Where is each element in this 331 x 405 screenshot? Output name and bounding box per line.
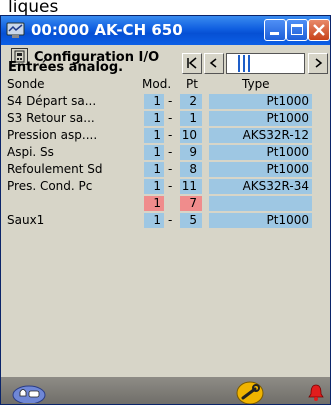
maximize-button[interactable] — [286, 19, 308, 41]
close-icon — [313, 24, 325, 36]
row-mod[interactable]: 1 — [144, 145, 164, 160]
row-type[interactable]: Pt1000 — [209, 213, 312, 228]
row-name: Pression asp.... — [7, 128, 98, 142]
table-row[interactable]: 1 7 — [1, 196, 330, 212]
app-window: 00:000 AK-CH 650 Configuration I/O Entré… — [0, 15, 331, 405]
slider-thumb[interactable] — [235, 55, 255, 72]
row-separator: - — [168, 128, 173, 142]
row-mod[interactable]: 1 — [144, 179, 164, 194]
first-page-button[interactable] — [182, 53, 202, 74]
row-mod[interactable]: 1 — [144, 128, 164, 143]
minimize-button[interactable] — [264, 19, 286, 41]
window-title: 00:000 AK-CH 650 — [31, 21, 183, 39]
row-name: S4 Départ sa... — [7, 94, 97, 108]
row-mod[interactable]: 1 — [144, 111, 164, 126]
row-separator: - — [168, 179, 173, 193]
row-pt[interactable]: 10 — [180, 128, 202, 143]
row-type[interactable] — [209, 196, 312, 211]
row-type[interactable]: Pt1000 — [209, 94, 312, 109]
row-separator: - — [168, 213, 173, 227]
row-name: Aspi. Ss — [7, 145, 54, 159]
column-header-pt: Pt — [186, 77, 198, 91]
row-type[interactable]: Pt1000 — [209, 145, 312, 160]
row-type[interactable]: AKS32R-12 — [209, 128, 312, 143]
row-name: Pres. Cond. Pc — [7, 179, 93, 193]
column-header-type: Type — [242, 77, 270, 91]
row-separator: - — [168, 94, 173, 108]
row-type[interactable]: AKS32R-34 — [209, 179, 312, 194]
table-row[interactable]: S4 Départ sa... 1 - 2 Pt1000 — [1, 94, 330, 110]
bottom-toolbar — [1, 377, 330, 404]
table-row[interactable]: Pression asp.... 1 - 10 AKS32R-12 — [1, 128, 330, 144]
row-mod[interactable]: 1 — [144, 94, 164, 109]
column-header-mod: Mod. — [142, 77, 172, 91]
row-separator: - — [168, 162, 173, 176]
row-type[interactable]: Pt1000 — [209, 111, 312, 126]
row-mod[interactable]: 1 — [144, 196, 164, 211]
keys-icon[interactable] — [11, 383, 47, 404]
close-button[interactable] — [308, 19, 330, 41]
next-icon — [315, 58, 323, 68]
page-slider[interactable] — [226, 53, 305, 74]
computer-signal-icon — [6, 21, 25, 39]
row-separator: - — [168, 145, 173, 159]
row-mod[interactable]: 1 — [144, 162, 164, 177]
previous-icon — [209, 58, 217, 68]
title-bar[interactable]: 00:000 AK-CH 650 — [1, 16, 330, 45]
column-header-sonde: Sonde — [7, 77, 45, 91]
row-name: Saux1 — [7, 213, 45, 227]
page-navigator — [182, 53, 329, 75]
table-row[interactable]: Saux1 1 - 5 Pt1000 — [1, 213, 330, 229]
row-pt[interactable]: 5 — [180, 213, 202, 228]
table-row[interactable]: S3 Retour sa... 1 - 1 Pt1000 — [1, 111, 330, 127]
row-pt[interactable]: 11 — [180, 179, 202, 194]
row-pt[interactable]: 9 — [180, 145, 202, 160]
row-type[interactable]: Pt1000 — [209, 162, 312, 177]
previous-button[interactable] — [204, 53, 224, 74]
row-pt[interactable]: 2 — [180, 94, 202, 109]
row-name: S3 Retour sa... — [7, 111, 95, 125]
row-separator: - — [168, 111, 173, 125]
wrench-icon[interactable] — [235, 381, 265, 404]
next-button[interactable] — [308, 53, 328, 74]
row-pt[interactable]: 8 — [180, 162, 202, 177]
table-row[interactable]: Pres. Cond. Pc 1 - 11 AKS32R-34 — [1, 179, 330, 195]
section-title: Entrées analog. — [8, 60, 124, 75]
row-mod[interactable]: 1 — [144, 213, 164, 228]
alarm-bell-icon[interactable] — [307, 383, 325, 403]
row-name: Refoulement Sd — [7, 162, 103, 176]
table-row[interactable]: Refoulement Sd 1 - 8 Pt1000 — [1, 162, 330, 178]
row-pt[interactable]: 1 — [180, 111, 202, 126]
table-row[interactable]: Aspi. Ss 1 - 9 Pt1000 — [1, 145, 330, 161]
first-page-icon — [187, 57, 197, 69]
row-pt[interactable]: 7 — [180, 196, 202, 211]
